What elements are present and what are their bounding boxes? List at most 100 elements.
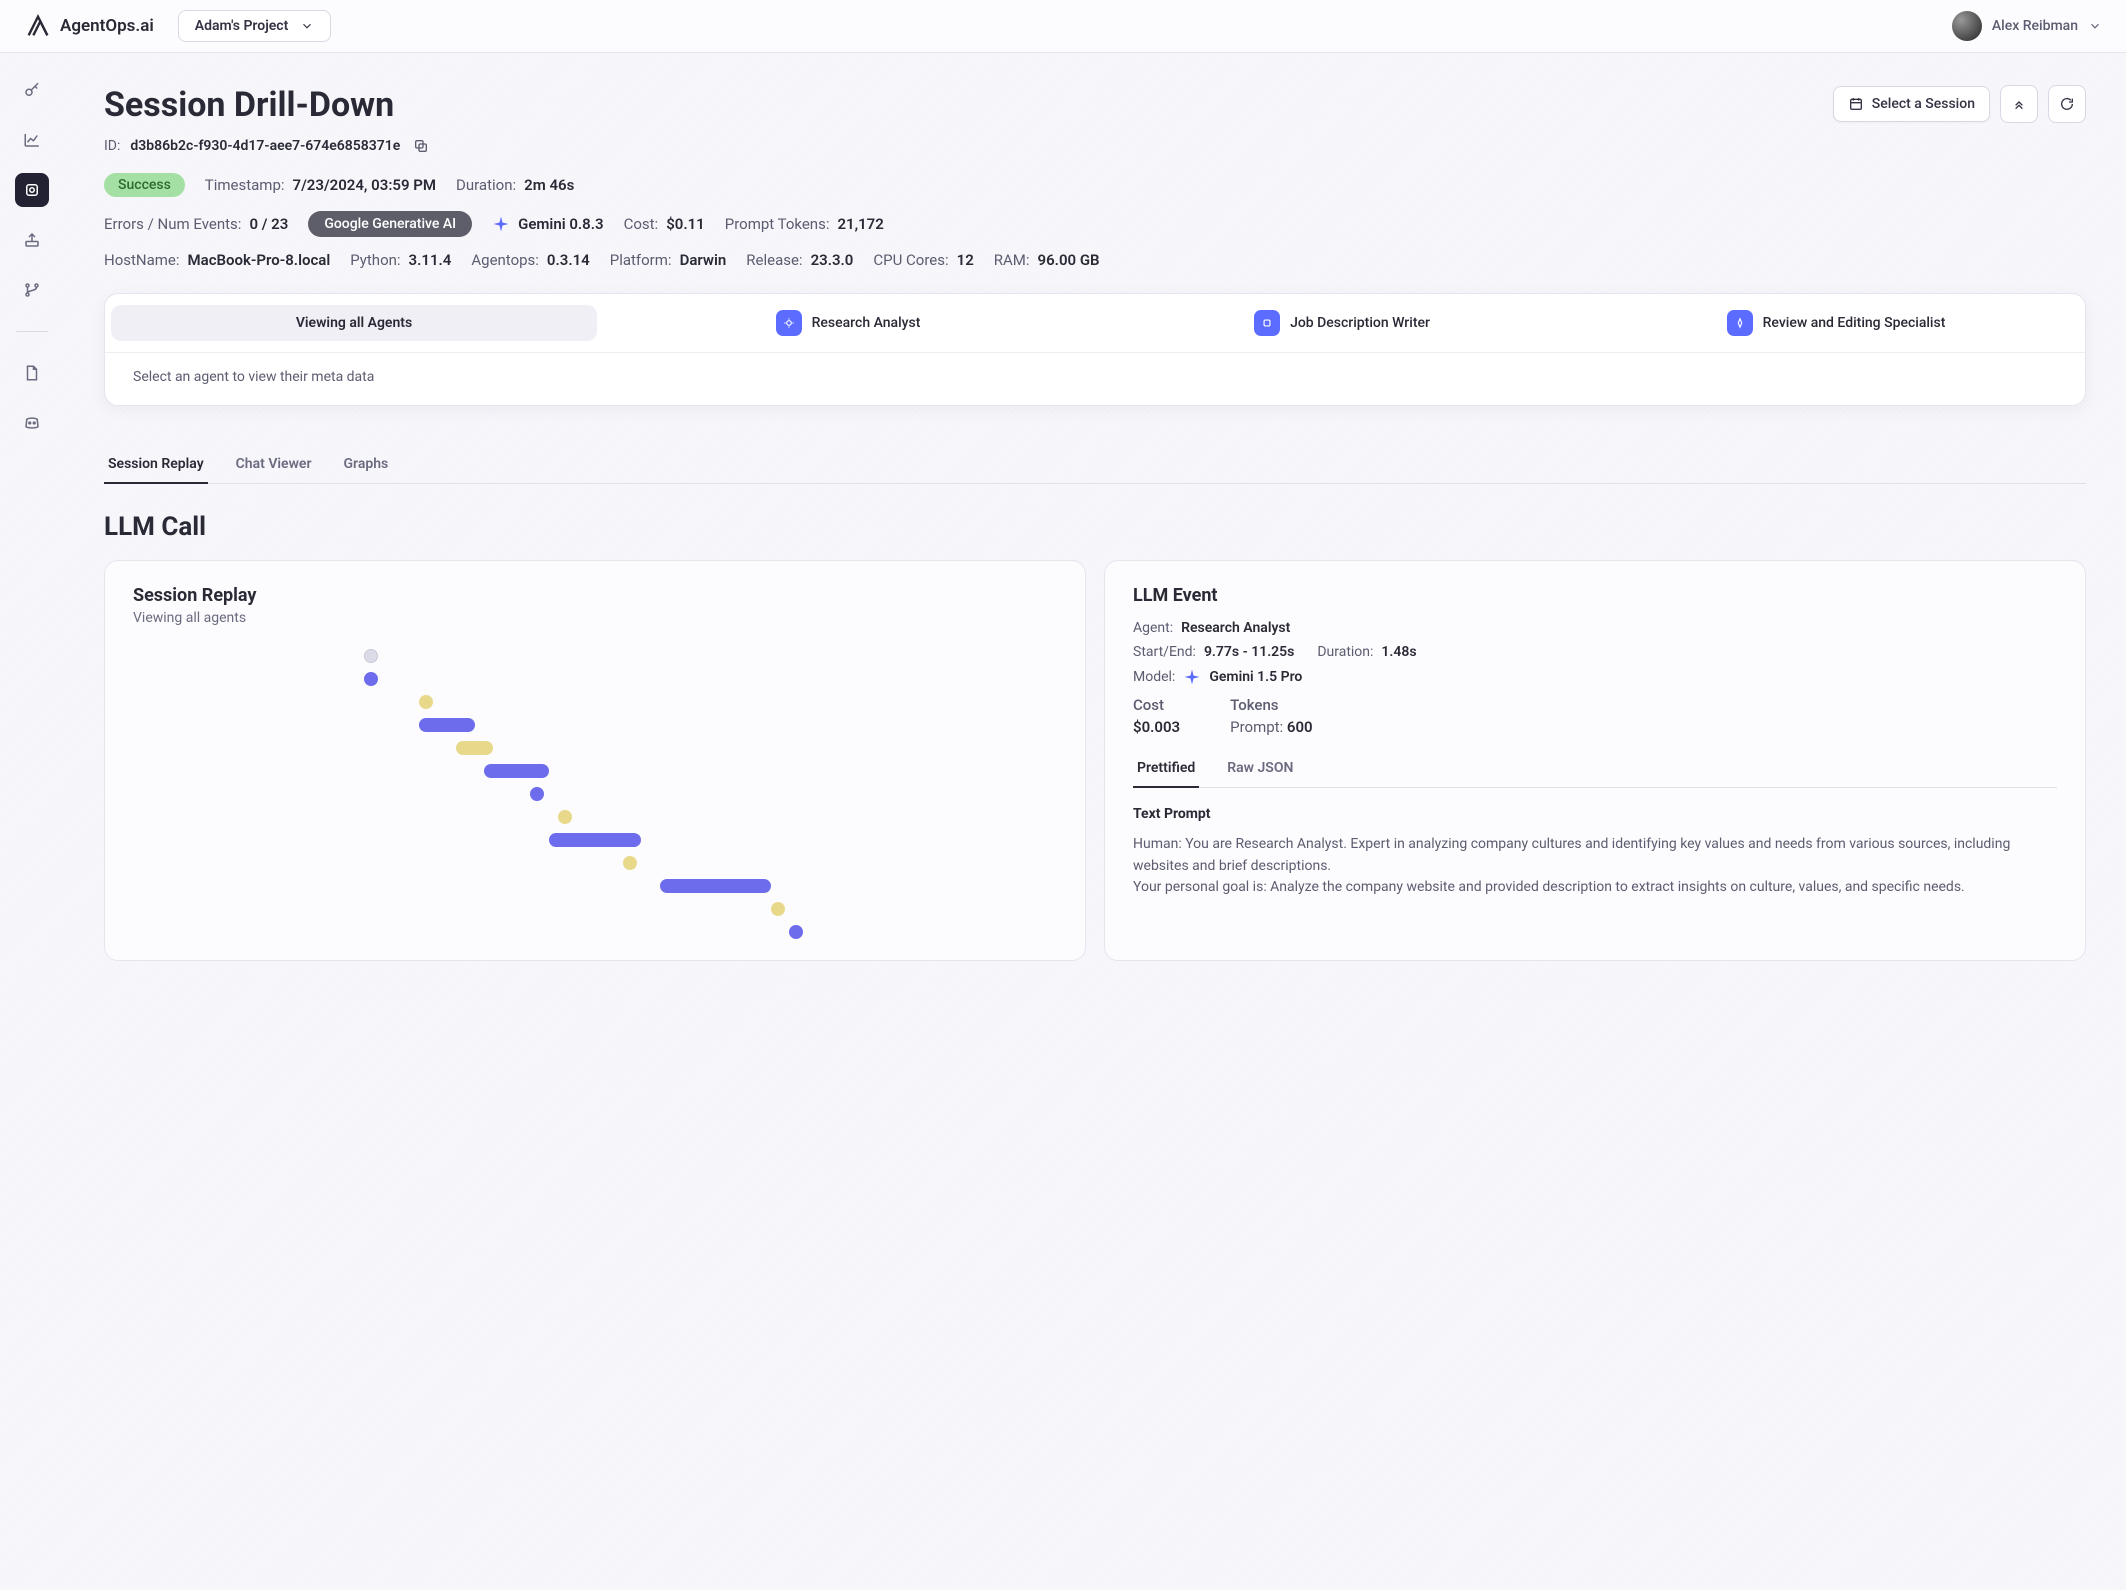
project-selector[interactable]: Adam's Project xyxy=(178,10,332,42)
chevron-down-icon xyxy=(300,19,314,33)
sidebar-item-analytics[interactable] xyxy=(15,123,49,157)
download-icon xyxy=(23,231,41,249)
event-subtabs: Prettified Raw JSON xyxy=(1133,750,2057,788)
refresh-button[interactable] xyxy=(2048,85,2086,123)
agent-tab-label: Viewing all Agents xyxy=(296,315,412,331)
agent-tab-all[interactable]: Viewing all Agents xyxy=(111,305,597,341)
ev-agent-value: Research Analyst xyxy=(1181,620,1290,636)
tab-graphs[interactable]: Graphs xyxy=(340,446,393,483)
platform-value: Darwin xyxy=(680,251,727,269)
logo-icon xyxy=(24,12,52,40)
brand-name: AgentOps.ai xyxy=(60,16,154,36)
timestamp-value: 7/23/2024, 03:59 PM xyxy=(293,176,437,194)
cost-label: Cost: xyxy=(624,215,659,233)
layers-icon xyxy=(23,181,41,199)
file-icon xyxy=(23,364,41,382)
agent-tab-research[interactable]: Research Analyst xyxy=(605,300,1091,346)
agentops-value: 0.3.14 xyxy=(547,251,590,269)
agents-tabs: Viewing all Agents Research Analyst Job … xyxy=(105,294,2085,353)
topbar: AgentOps.ai Adam's Project Alex Reibman xyxy=(0,0,2126,53)
host-label: HostName: xyxy=(104,251,180,269)
chevron-down-icon xyxy=(2088,19,2102,33)
select-session-button[interactable]: Select a Session xyxy=(1833,86,1990,122)
llm-event-panel: LLM Event Agent: Research Analyst Start/… xyxy=(1104,560,2086,961)
agent-tab-label: Job Description Writer xyxy=(1290,315,1430,331)
cost-value: $0.11 xyxy=(666,215,705,233)
agentops-label: Agentops: xyxy=(471,251,539,269)
agent-tab-review[interactable]: Review and Editing Specialist xyxy=(1593,300,2079,346)
ram-value: 96.00 GB xyxy=(1038,251,1100,269)
project-selector-label: Adam's Project xyxy=(195,18,289,34)
copy-id-button[interactable] xyxy=(410,135,432,157)
chart-line-icon xyxy=(23,131,41,149)
release-value: 23.3.0 xyxy=(811,251,854,269)
ev-duration-label: Duration: xyxy=(1317,644,1373,660)
ram-label: RAM: xyxy=(994,251,1030,269)
cpu-label: CPU Cores: xyxy=(873,251,948,269)
key-icon xyxy=(23,81,41,99)
ev-prompt-tokens-value: 600 xyxy=(1287,718,1313,736)
sidebar-item-sessions[interactable] xyxy=(15,173,49,207)
ev-startend-label: Start/End: xyxy=(1133,644,1196,660)
python-label: Python: xyxy=(350,251,400,269)
tab-chat-viewer[interactable]: Chat Viewer xyxy=(232,446,316,483)
prompt-tokens-label: Prompt Tokens: xyxy=(725,215,830,233)
header-actions: Select a Session xyxy=(1833,85,2086,123)
agents-subtext: Select an agent to view their meta data xyxy=(105,353,2085,405)
sidebar-item-export[interactable] xyxy=(15,223,49,257)
replay-subtitle: Viewing all agents xyxy=(133,610,1057,626)
python-value: 3.11.4 xyxy=(409,251,452,269)
agent-icon xyxy=(1254,310,1280,336)
logo[interactable]: AgentOps.ai xyxy=(24,12,154,40)
sidebar-divider xyxy=(16,331,48,332)
platform-label: Platform: xyxy=(610,251,672,269)
provider-pill: Google Generative AI xyxy=(308,211,472,237)
text-prompt-body: Human: You are Research Analyst. Expert … xyxy=(1133,834,2057,899)
section-title: LLM Call xyxy=(104,512,2086,542)
agent-tab-label: Review and Editing Specialist xyxy=(1763,315,1946,331)
user-menu[interactable]: Alex Reibman xyxy=(1952,11,2102,41)
sidebar-item-discord[interactable] xyxy=(15,406,49,440)
gantt-chart[interactable] xyxy=(133,646,1057,936)
prompt-tokens-value: 21,172 xyxy=(837,215,883,233)
session-replay-panel: Session Replay Viewing all agents xyxy=(104,560,1086,961)
sidebar-item-docs[interactable] xyxy=(15,356,49,390)
sidebar xyxy=(0,53,64,1001)
ev-agent-label: Agent: xyxy=(1133,620,1173,636)
discord-icon xyxy=(23,414,41,432)
host-value: MacBook-Pro-8.local xyxy=(188,251,331,269)
tab-session-replay[interactable]: Session Replay xyxy=(104,446,208,484)
ev-duration-value: 1.48s xyxy=(1381,644,1416,660)
sidebar-item-branches[interactable] xyxy=(15,273,49,307)
ev-cost-value: $0.003 xyxy=(1133,718,1180,736)
agents-card: Viewing all Agents Research Analyst Job … xyxy=(104,293,2086,406)
page-title: Session Drill-Down xyxy=(104,85,432,125)
agent-tab-label: Research Analyst xyxy=(812,315,921,331)
user-name: Alex Reibman xyxy=(1992,18,2078,34)
agent-icon xyxy=(776,310,802,336)
duration-value: 2m 46s xyxy=(524,176,574,194)
avatar xyxy=(1952,11,1982,41)
subtab-raw-json[interactable]: Raw JSON xyxy=(1223,750,1297,787)
event-title: LLM Event xyxy=(1133,585,2057,606)
agent-icon xyxy=(1727,310,1753,336)
ev-model-label: Model: xyxy=(1133,669,1175,685)
ev-tokens-label: Tokens xyxy=(1230,696,1313,714)
errors-label: Errors / Num Events: xyxy=(104,215,241,233)
id-value: d3b86b2c-f930-4d17-aee7-674e6858371e xyxy=(130,138,400,154)
errors-value: 0 / 23 xyxy=(249,215,288,233)
release-label: Release: xyxy=(746,251,802,269)
subtab-prettified[interactable]: Prettified xyxy=(1133,750,1199,788)
sidebar-item-keys[interactable] xyxy=(15,73,49,107)
cpu-value: 12 xyxy=(957,251,974,269)
timestamp-label: Timestamp: xyxy=(205,176,285,194)
agent-tab-job-writer[interactable]: Job Description Writer xyxy=(1099,300,1585,346)
ev-cost-label: Cost xyxy=(1133,696,1180,714)
collapse-button[interactable] xyxy=(2000,85,2038,123)
sparkle-icon xyxy=(1183,668,1201,686)
ev-startend-value: 9.77s - 11.25s xyxy=(1204,644,1294,660)
chevrons-up-icon xyxy=(2011,96,2027,112)
status-badge: Success xyxy=(104,173,185,197)
select-session-label: Select a Session xyxy=(1872,96,1975,112)
text-prompt-heading: Text Prompt xyxy=(1133,806,2057,822)
